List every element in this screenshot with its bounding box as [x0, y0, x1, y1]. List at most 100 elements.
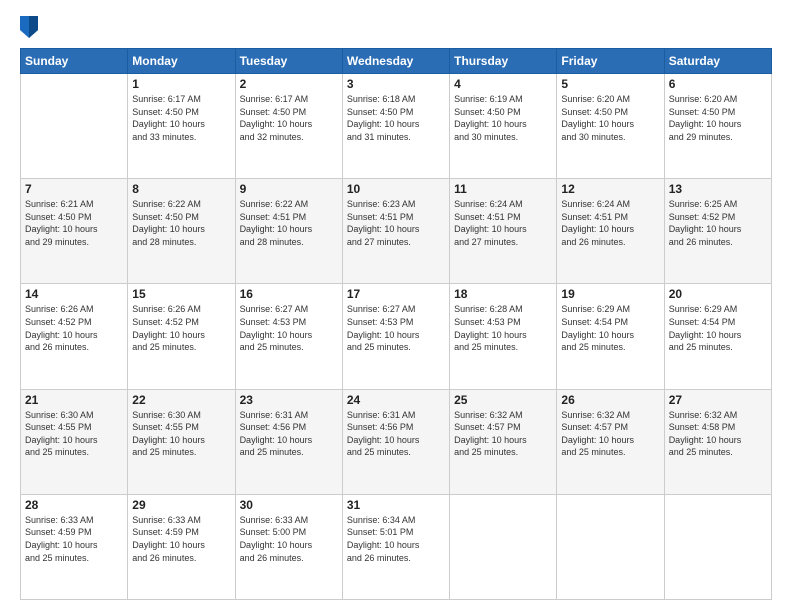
day-number: 11: [454, 182, 552, 196]
table-cell: 14 Sunrise: 6:26 AM Sunset: 4:52 PM Dayli…: [21, 284, 128, 389]
cell-info: Sunrise: 6:30 AM Sunset: 4:55 PM Dayligh…: [132, 409, 230, 459]
day-number: 9: [240, 182, 338, 196]
table-cell: 19 Sunrise: 6:29 AM Sunset: 4:54 PM Dayli…: [557, 284, 664, 389]
day-number: 15: [132, 287, 230, 301]
day-number: 24: [347, 393, 445, 407]
day-number: 10: [347, 182, 445, 196]
cell-info: Sunrise: 6:27 AM Sunset: 4:53 PM Dayligh…: [240, 303, 338, 353]
table-cell: 13 Sunrise: 6:25 AM Sunset: 4:52 PM Dayli…: [664, 179, 771, 284]
cell-info: Sunrise: 6:27 AM Sunset: 4:53 PM Dayligh…: [347, 303, 445, 353]
table-cell: 25Sunrise: 6:32 AM Sunset: 4:57 PM Dayli…: [450, 389, 557, 494]
table-cell: 11 Sunrise: 6:24 AM Sunset: 4:51 PM Dayli…: [450, 179, 557, 284]
cell-info: Sunrise: 6:31 AM Sunset: 4:56 PM Dayligh…: [240, 409, 338, 459]
header: [20, 18, 772, 38]
cell-info: Sunrise: 6:32 AM Sunset: 4:58 PM Dayligh…: [669, 409, 767, 459]
weekday-header-row: SundayMondayTuesdayWednesdayThursdayFrid…: [21, 49, 772, 74]
day-number: 14: [25, 287, 123, 301]
table-cell: 7Sunrise: 6:21 AM Sunset: 4:50 PM Daylig…: [21, 179, 128, 284]
table-cell: [21, 74, 128, 179]
cell-info: Sunrise: 6:19 AM Sunset: 4:50 PM Dayligh…: [454, 93, 552, 143]
cell-info: Sunrise: 6:24 AM Sunset: 4:51 PM Dayligh…: [561, 198, 659, 248]
table-cell: 9 Sunrise: 6:22 AM Sunset: 4:51 PM Daylig…: [235, 179, 342, 284]
weekday-thursday: Thursday: [450, 49, 557, 74]
table-cell: 15 Sunrise: 6:26 AM Sunset: 4:52 PM Dayli…: [128, 284, 235, 389]
cell-info: Sunrise: 6:33 AM Sunset: 5:00 PM Dayligh…: [240, 514, 338, 564]
day-number: 8: [132, 182, 230, 196]
table-cell: [664, 494, 771, 599]
week-row-3: 14 Sunrise: 6:26 AM Sunset: 4:52 PM Dayli…: [21, 284, 772, 389]
cell-info: Sunrise: 6:33 AM Sunset: 4:59 PM Dayligh…: [25, 514, 123, 564]
logo: [20, 18, 42, 38]
day-number: 25: [454, 393, 552, 407]
weekday-friday: Friday: [557, 49, 664, 74]
table-cell: 16 Sunrise: 6:27 AM Sunset: 4:53 PM Dayli…: [235, 284, 342, 389]
table-cell: 26 Sunrise: 6:32 AM Sunset: 4:57 PM Dayli…: [557, 389, 664, 494]
cell-info: Sunrise: 6:32 AM Sunset: 4:57 PM Dayligh…: [561, 409, 659, 459]
table-cell: 6 Sunrise: 6:20 AM Sunset: 4:50 PM Daylig…: [664, 74, 771, 179]
day-number: 21: [25, 393, 123, 407]
table-cell: [557, 494, 664, 599]
weekday-monday: Monday: [128, 49, 235, 74]
day-number: 27: [669, 393, 767, 407]
table-cell: 22Sunrise: 6:30 AM Sunset: 4:55 PM Dayli…: [128, 389, 235, 494]
day-number: 18: [454, 287, 552, 301]
week-row-5: 28 Sunrise: 6:33 AM Sunset: 4:59 PM Dayli…: [21, 494, 772, 599]
cell-info: Sunrise: 6:31 AM Sunset: 4:56 PM Dayligh…: [347, 409, 445, 459]
table-cell: 8 Sunrise: 6:22 AM Sunset: 4:50 PM Daylig…: [128, 179, 235, 284]
table-cell: 4Sunrise: 6:19 AM Sunset: 4:50 PM Daylig…: [450, 74, 557, 179]
day-number: 17: [347, 287, 445, 301]
logo-icon: [20, 16, 38, 38]
table-cell: 21 Sunrise: 6:30 AM Sunset: 4:55 PM Dayli…: [21, 389, 128, 494]
cell-info: Sunrise: 6:17 AM Sunset: 4:50 PM Dayligh…: [132, 93, 230, 143]
table-cell: 5 Sunrise: 6:20 AM Sunset: 4:50 PM Daylig…: [557, 74, 664, 179]
table-cell: 2Sunrise: 6:17 AM Sunset: 4:50 PM Daylig…: [235, 74, 342, 179]
cell-info: Sunrise: 6:20 AM Sunset: 4:50 PM Dayligh…: [561, 93, 659, 143]
day-number: 6: [669, 77, 767, 91]
day-number: 19: [561, 287, 659, 301]
day-number: 3: [347, 77, 445, 91]
cell-info: Sunrise: 6:26 AM Sunset: 4:52 PM Dayligh…: [132, 303, 230, 353]
cell-info: Sunrise: 6:21 AM Sunset: 4:50 PM Dayligh…: [25, 198, 123, 248]
cell-info: Sunrise: 6:34 AM Sunset: 5:01 PM Dayligh…: [347, 514, 445, 564]
day-number: 29: [132, 498, 230, 512]
cell-info: Sunrise: 6:25 AM Sunset: 4:52 PM Dayligh…: [669, 198, 767, 248]
day-number: 2: [240, 77, 338, 91]
day-number: 30: [240, 498, 338, 512]
table-cell: 20Sunrise: 6:29 AM Sunset: 4:54 PM Dayli…: [664, 284, 771, 389]
cell-info: Sunrise: 6:33 AM Sunset: 4:59 PM Dayligh…: [132, 514, 230, 564]
cell-info: Sunrise: 6:29 AM Sunset: 4:54 PM Dayligh…: [561, 303, 659, 353]
day-number: 5: [561, 77, 659, 91]
cell-info: Sunrise: 6:24 AM Sunset: 4:51 PM Dayligh…: [454, 198, 552, 248]
cell-info: Sunrise: 6:29 AM Sunset: 4:54 PM Dayligh…: [669, 303, 767, 353]
table-cell: 30 Sunrise: 6:33 AM Sunset: 5:00 PM Dayli…: [235, 494, 342, 599]
week-row-4: 21 Sunrise: 6:30 AM Sunset: 4:55 PM Dayli…: [21, 389, 772, 494]
week-row-2: 7Sunrise: 6:21 AM Sunset: 4:50 PM Daylig…: [21, 179, 772, 284]
page: SundayMondayTuesdayWednesdayThursdayFrid…: [0, 0, 792, 612]
table-cell: 10Sunrise: 6:23 AM Sunset: 4:51 PM Dayli…: [342, 179, 449, 284]
table-cell: 1 Sunrise: 6:17 AM Sunset: 4:50 PM Daylig…: [128, 74, 235, 179]
table-cell: 31Sunrise: 6:34 AM Sunset: 5:01 PM Dayli…: [342, 494, 449, 599]
week-row-1: 1 Sunrise: 6:17 AM Sunset: 4:50 PM Daylig…: [21, 74, 772, 179]
cell-info: Sunrise: 6:18 AM Sunset: 4:50 PM Dayligh…: [347, 93, 445, 143]
calendar-table: SundayMondayTuesdayWednesdayThursdayFrid…: [20, 48, 772, 600]
table-cell: 18 Sunrise: 6:28 AM Sunset: 4:53 PM Dayli…: [450, 284, 557, 389]
cell-info: Sunrise: 6:26 AM Sunset: 4:52 PM Dayligh…: [25, 303, 123, 353]
table-cell: 28 Sunrise: 6:33 AM Sunset: 4:59 PM Dayli…: [21, 494, 128, 599]
cell-info: Sunrise: 6:28 AM Sunset: 4:53 PM Dayligh…: [454, 303, 552, 353]
table-cell: 12Sunrise: 6:24 AM Sunset: 4:51 PM Dayli…: [557, 179, 664, 284]
day-number: 1: [132, 77, 230, 91]
weekday-wednesday: Wednesday: [342, 49, 449, 74]
day-number: 26: [561, 393, 659, 407]
weekday-sunday: Sunday: [21, 49, 128, 74]
day-number: 13: [669, 182, 767, 196]
table-cell: 27 Sunrise: 6:32 AM Sunset: 4:58 PM Dayli…: [664, 389, 771, 494]
table-cell: 3 Sunrise: 6:18 AM Sunset: 4:50 PM Daylig…: [342, 74, 449, 179]
cell-info: Sunrise: 6:22 AM Sunset: 4:50 PM Dayligh…: [132, 198, 230, 248]
day-number: 16: [240, 287, 338, 301]
day-number: 28: [25, 498, 123, 512]
weekday-saturday: Saturday: [664, 49, 771, 74]
weekday-tuesday: Tuesday: [235, 49, 342, 74]
cell-info: Sunrise: 6:22 AM Sunset: 4:51 PM Dayligh…: [240, 198, 338, 248]
cell-info: Sunrise: 6:20 AM Sunset: 4:50 PM Dayligh…: [669, 93, 767, 143]
cell-info: Sunrise: 6:30 AM Sunset: 4:55 PM Dayligh…: [25, 409, 123, 459]
